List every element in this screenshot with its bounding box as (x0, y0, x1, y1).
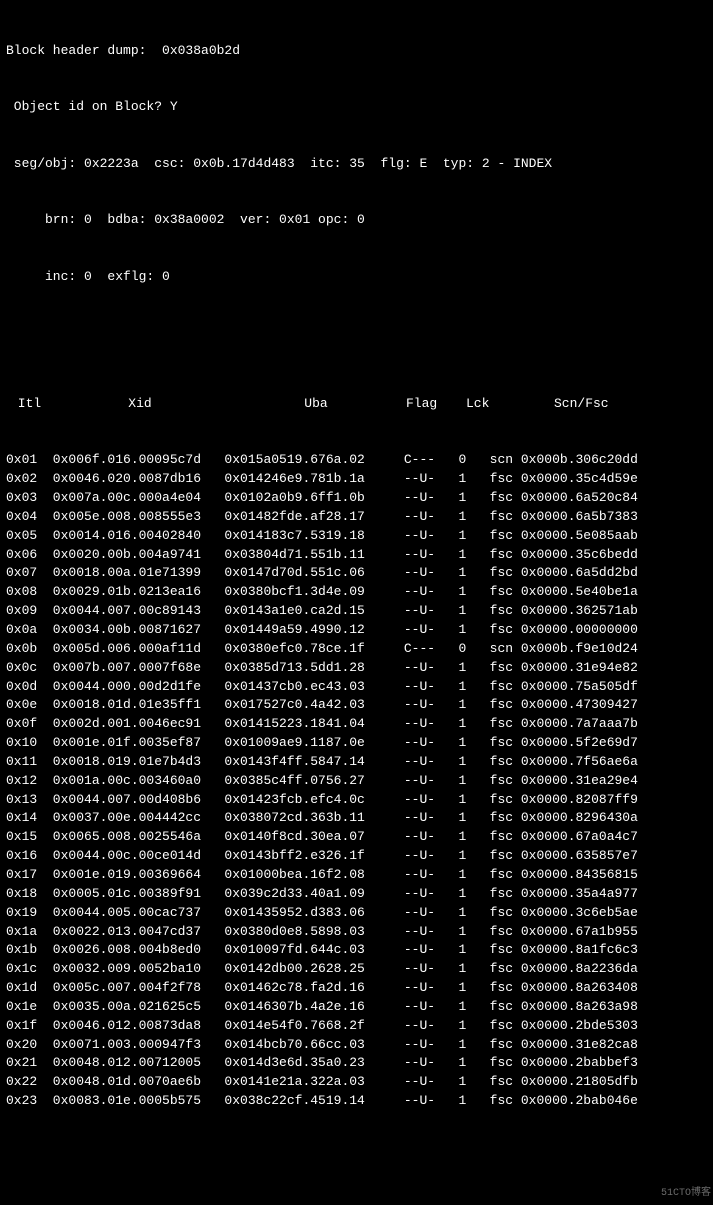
seg-obj-line: seg/obj: 0x2223a csc: 0x0b.17d4d483 itc:… (6, 155, 707, 174)
table-row: 0x04 0x005e.008.008555e3 0x01482fde.af28… (6, 508, 707, 527)
col-xid: Xid (54, 395, 226, 414)
table-row: 0x0f 0x002d.001.0046ec91 0x01415223.1841… (6, 715, 707, 734)
table-row: 0x20 0x0071.003.000947f3 0x014bcb70.66cc… (6, 1036, 707, 1055)
table-row: 0x10 0x001e.01f.0035ef87 0x01009ae9.1187… (6, 734, 707, 753)
table-row: 0x19 0x0044.005.00cac737 0x01435952.d383… (6, 904, 707, 923)
table-row: 0x0a 0x0034.00b.00871627 0x01449a59.4990… (6, 621, 707, 640)
table-row: 0x02 0x0046.020.0087db16 0x014246e9.781b… (6, 470, 707, 489)
watermark: 51CTO博客 (661, 1187, 711, 1202)
table-row: 0x03 0x007a.00c.000a4e04 0x0102a0b9.6ff1… (6, 489, 707, 508)
table-row: 0x0c 0x007b.007.0007f68e 0x0385d713.5dd1… (6, 659, 707, 678)
itl-table: ItlXidUbaFlagLck Scn/Fsc 0x01 0x006f.016.… (6, 357, 707, 1148)
table-body: 0x01 0x006f.016.00095c7d 0x015a0519.676a… (6, 451, 707, 1111)
table-row: 0x1c 0x0032.009.0052ba10 0x0142db00.2628… (6, 960, 707, 979)
table-row: 0x1f 0x0046.012.00873da8 0x014e54f0.7668… (6, 1017, 707, 1036)
table-row: 0x16 0x0044.00c.00ce014d 0x0143bff2.e326… (6, 847, 707, 866)
table-row: 0x07 0x0018.00a.01e71399 0x0147d70d.551c… (6, 564, 707, 583)
table-row: 0x14 0x0037.00e.004442cc 0x038072cd.363b… (6, 809, 707, 828)
table-row: 0x08 0x0029.01b.0213ea16 0x0380bcf1.3d4e… (6, 583, 707, 602)
table-row: 0x12 0x001a.00c.003460a0 0x0385c4ff.0756… (6, 772, 707, 791)
brn-line: brn: 0 bdba: 0x38a0002 ver: 0x01 opc: 0 (6, 211, 707, 230)
table-row: 0x1d 0x005c.007.004f2f78 0x01462c78.fa2d… (6, 979, 707, 998)
table-row: 0x0b 0x005d.006.000af11d 0x0380efc0.78ce… (6, 640, 707, 659)
table-row: 0x1a 0x0022.013.0047cd37 0x0380d0e8.5898… (6, 923, 707, 942)
table-row: 0x1e 0x0035.00a.021625c5 0x0146307b.4a2e… (6, 998, 707, 1017)
table-row: 0x09 0x0044.007.00c89143 0x0143a1e0.ca2d… (6, 602, 707, 621)
col-itl: Itl (10, 395, 54, 414)
table-row: 0x1b 0x0026.008.004b8ed0 0x010097fd.644c… (6, 941, 707, 960)
inc-line: inc: 0 exflg: 0 (6, 268, 707, 287)
table-row: 0x06 0x0020.00b.004a9741 0x03804d71.551b… (6, 546, 707, 565)
table-row: 0x18 0x0005.01c.00389f91 0x039c2d33.40a1… (6, 885, 707, 904)
terminal-screen: Block header dump: 0x038a0b2d Object id … (0, 0, 713, 1205)
table-header: ItlXidUbaFlagLck Scn/Fsc (6, 395, 707, 414)
col-scn: Scn/Fsc (520, 395, 609, 414)
table-row: 0x21 0x0048.012.00712005 0x014d3e6d.35a0… (6, 1054, 707, 1073)
table-row: 0x17 0x001e.019.00369664 0x01000bea.16f2… (6, 866, 707, 885)
col-lck: Lck (466, 395, 506, 414)
table-row: 0x0e 0x0018.01d.01e35ff1 0x017527c0.4a42… (6, 696, 707, 715)
table-row: 0x15 0x0065.008.0025546a 0x0140f8cd.30ea… (6, 828, 707, 847)
table-row: 0x13 0x0044.007.00d408b6 0x01423fcb.efc4… (6, 791, 707, 810)
table-row: 0x23 0x0083.01e.0005b575 0x038c22cf.4519… (6, 1092, 707, 1111)
table-row: 0x01 0x006f.016.00095c7d 0x015a0519.676a… (6, 451, 707, 470)
table-row: 0x22 0x0048.01d.0070ae6b 0x0141e21a.322a… (6, 1073, 707, 1092)
col-uba: Uba (226, 395, 406, 414)
object-id-line: Object id on Block? Y (6, 98, 707, 117)
table-row: 0x0d 0x0044.000.00d2d1fe 0x01437cb0.ec43… (6, 678, 707, 697)
table-row: 0x11 0x0018.019.01e7b4d3 0x0143f4ff.5847… (6, 753, 707, 772)
table-row: 0x05 0x0014.016.00402840 0x014183c7.5319… (6, 527, 707, 546)
col-flag: Flag (406, 395, 466, 414)
block-header-dump: Block header dump: 0x038a0b2d (6, 42, 707, 61)
